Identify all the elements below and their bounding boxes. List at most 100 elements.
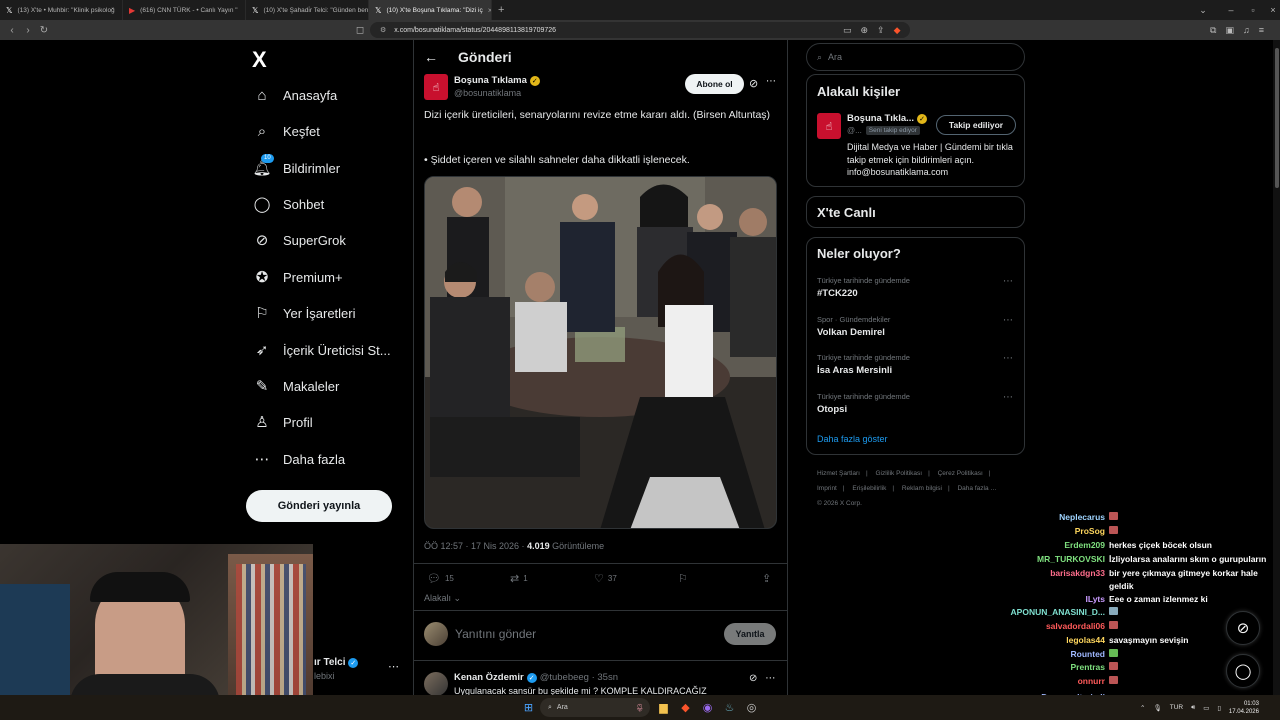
battery-icon[interactable]: ▯: [1217, 704, 1221, 712]
tray-chevron-icon[interactable]: ⌃: [1140, 704, 1145, 712]
reload-icon[interactable]: ↻: [36, 25, 52, 36]
nav-item-explore[interactable]: ⌕ Keşfet: [254, 117, 320, 145]
grok-icon[interactable]: ⊘: [749, 77, 758, 90]
volume-icon[interactable]: 🔊︎: [1191, 704, 1195, 712]
share-action[interactable]: ⇪: [762, 572, 771, 585]
author-name[interactable]: Boşuna Tıklama ✓: [454, 75, 540, 86]
nav-item-articles[interactable]: ✎ Makaleler: [254, 372, 340, 400]
post-button[interactable]: Gönderi yayınla: [246, 490, 392, 522]
url-field[interactable]: ⚙ x.com/bosunatiklama/status/20448981138…: [370, 22, 910, 38]
search-input[interactable]: ⌕ Ara: [806, 43, 1025, 71]
media-icon[interactable]: ♫: [1243, 25, 1250, 35]
language-indicator[interactable]: TUR: [1170, 704, 1183, 711]
footer-link[interactable]: Hizmet Şartları: [817, 470, 860, 477]
brave-icon[interactable]: ◆: [677, 699, 694, 716]
account-handle: lebixi: [314, 671, 335, 681]
person-name[interactable]: Boşuna Tıkla... ✓: [847, 113, 928, 124]
trend-item[interactable]: Türkiye tarihinde gündemde #TCK220: [817, 276, 910, 299]
live-card[interactable]: X'te Canlı: [806, 196, 1025, 228]
extensions-icon[interactable]: ⧉: [1210, 25, 1216, 36]
wallet-icon[interactable]: ▣: [1225, 25, 1234, 36]
footer-link[interactable]: Çerez Politikası: [938, 470, 983, 477]
comment-author[interactable]: Kenan Özdemir ✓ @tubebeeg · 35sn: [454, 672, 618, 683]
nav-item-notifications[interactable]: 🔔︎ 10 Bildirimler: [252, 154, 340, 182]
trend-item[interactable]: Spor · Gündemdekiler Volkan Demirel: [817, 315, 890, 338]
new-tab-button[interactable]: +: [492, 4, 510, 16]
trend-more-icon[interactable]: ⋯: [1003, 315, 1013, 326]
nav-item-supergrok[interactable]: ⊘ SuperGrok: [254, 226, 346, 254]
nav-item-bookmarks[interactable]: ⚐ Yer İşaretleri: [254, 299, 355, 327]
post-image[interactable]: [424, 176, 777, 529]
trend-item[interactable]: Türkiye tarihinde gündemde İsa Aras Mersi…: [817, 353, 910, 376]
more-options-icon[interactable]: ⋯: [765, 673, 775, 684]
clock[interactable]: 01:03 17.04.2026: [1229, 700, 1259, 716]
close-window-icon[interactable]: ×: [1260, 0, 1280, 20]
discord-icon[interactable]: ◉: [699, 699, 716, 716]
footer-link[interactable]: Imprint: [817, 485, 837, 492]
nav-item-profile[interactable]: ♙ Profil: [254, 408, 312, 436]
account-name[interactable]: ır Telci ✓: [314, 657, 359, 668]
scrollbar-thumb[interactable]: [1275, 48, 1279, 188]
repost-action[interactable]: ⇄ 1: [510, 572, 528, 585]
messages-float-button[interactable]: ◯: [1226, 654, 1260, 688]
forward-icon[interactable]: ›: [20, 25, 36, 36]
trend-more-icon[interactable]: ⋯: [1003, 276, 1013, 287]
reply-action[interactable]: 💬︎ 15: [427, 572, 454, 585]
zoom-icon[interactable]: ⊕: [861, 25, 869, 36]
notification-badge: 10: [261, 154, 274, 163]
bookmark-page-icon[interactable]: ◻: [352, 25, 368, 36]
nav-item-premium[interactable]: ✪ Premium+: [254, 263, 343, 291]
obs-icon[interactable]: ◎: [743, 699, 760, 716]
nav-item-creator-studio[interactable]: ➶ İçerik Üreticisi St...: [254, 336, 391, 364]
nav-item-more[interactable]: ⋯ Daha fazla: [254, 445, 346, 473]
taskbar-search[interactable]: ⌕ Ara 🌷︎: [540, 698, 650, 717]
account-more-icon[interactable]: ⋯: [388, 660, 399, 673]
browser-tab[interactable]: ▶ (616) CNN TÜRK - • Canlı Yayın ": [123, 0, 246, 20]
following-button[interactable]: Takip ediliyor: [936, 115, 1016, 135]
nav-item-chat[interactable]: ◯ Sohbet: [254, 190, 325, 218]
network-icon[interactable]: ▭: [1203, 704, 1209, 712]
address-bar-row: ‹ › ↻ ◻ ⚙ x.com/bosunatiklama/status/204…: [0, 20, 1280, 40]
reply-button[interactable]: Yanıtla: [724, 623, 776, 645]
back-arrow-icon[interactable]: ←: [424, 49, 438, 65]
steam-icon[interactable]: ♨: [721, 699, 738, 716]
trend-item[interactable]: Türkiye tarihinde gündemde Otopsi: [817, 392, 910, 415]
menu-icon[interactable]: ≡: [1259, 25, 1264, 35]
footer-link[interactable]: Erişilebilirlik: [852, 485, 886, 492]
grok-icon[interactable]: ⊘: [749, 673, 757, 684]
trend-more-icon[interactable]: ⋯: [1003, 392, 1013, 403]
browser-tab-active[interactable]: 𝕏 (10) X'te Boşuna Tıklama: "Dizi iç ×: [369, 0, 492, 20]
brave-shield-icon[interactable]: ◆: [894, 25, 901, 36]
post-timestamp[interactable]: ÖÖ 12:57 · 17 Nis 2026 ·: [424, 541, 527, 551]
share-icon[interactable]: ⇪: [877, 25, 885, 36]
browser-tab[interactable]: 𝕏 (13) X'te • Muhbir: "Klinik psikoloğ: [0, 0, 123, 20]
browser-tab[interactable]: 𝕏 (10) X'te Şahadi̇r Telci: "Günden ben: [246, 0, 369, 20]
footer-link[interactable]: Reklam bilgisi: [902, 485, 942, 492]
back-icon[interactable]: ‹: [4, 25, 20, 36]
like-action[interactable]: ♡ 37: [594, 572, 617, 585]
file-explorer-icon[interactable]: ▆: [655, 699, 672, 716]
reply-input[interactable]: Yanıtını gönder: [455, 627, 536, 641]
author-handle[interactable]: @bosunatiklama: [454, 88, 521, 98]
nav-item-home[interactable]: ⌂ Anasayfa: [254, 81, 337, 109]
author-avatar[interactable]: ☝: [424, 74, 448, 100]
person-avatar[interactable]: ☝: [817, 113, 841, 139]
mic-icon[interactable]: 🎙︎: [1153, 704, 1161, 712]
grok-float-button[interactable]: ⊘: [1226, 611, 1260, 645]
bookmark-action[interactable]: ⚐: [678, 572, 688, 585]
subscribe-button[interactable]: Abone ol: [685, 74, 744, 94]
site-info-icon[interactable]: ⚙: [380, 26, 386, 34]
footer-link[interactable]: Gizlilik Politikası: [876, 470, 923, 477]
sort-relevant-dropdown[interactable]: Alakalı ⌄: [424, 593, 461, 604]
comment-avatar[interactable]: [424, 672, 448, 696]
tab-list-chevron-icon[interactable]: ⌄: [1190, 0, 1216, 20]
trend-more-icon[interactable]: ⋯: [1003, 353, 1013, 364]
post-meta: ÖÖ 12:57 · 17 Nis 2026 · 4.019 Görüntüle…: [424, 541, 604, 551]
show-more-link[interactable]: Daha fazla göster: [817, 434, 888, 444]
cast-icon[interactable]: ▭: [843, 25, 852, 36]
footer-link[interactable]: Daha fazla …: [957, 485, 996, 492]
windows-start-icon[interactable]: ⊞: [520, 699, 537, 716]
x-logo-icon[interactable]: X: [252, 47, 267, 73]
grok-icon: ⊘: [255, 232, 269, 249]
more-options-icon[interactable]: ⋯: [766, 76, 776, 87]
